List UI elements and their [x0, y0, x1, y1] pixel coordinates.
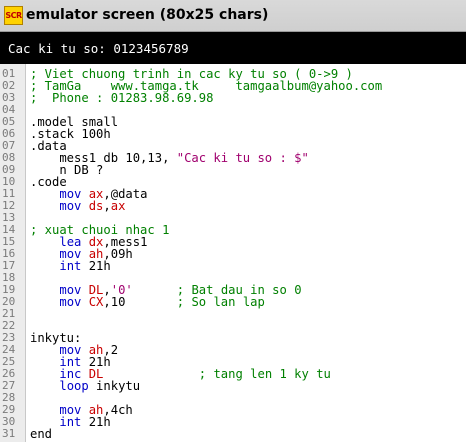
code-line[interactable]: 30 int 21h [0, 415, 466, 429]
emulator-app-icon: SCR [4, 6, 23, 25]
keyword-token: int [59, 259, 82, 273]
code-line[interactable]: 31 end [0, 427, 466, 441]
code-token: end [30, 427, 53, 441]
code-line[interactable]: 09 n DB ? [0, 164, 466, 177]
code-line[interactable]: 12 mov ds,ax [0, 200, 466, 213]
register-token: ds [88, 199, 104, 213]
title-bar[interactable]: SCR emulator screen (80x25 chars) [0, 0, 466, 32]
string-token: "Cac ki tu so : $" [176, 151, 309, 165]
code-line[interactable]: 03; Phone : 01283.98.69.98 [0, 92, 466, 105]
code-token: 21h [81, 259, 111, 273]
code-text: mov ds,ax [30, 200, 125, 212]
code-line[interactable]: 17 int 21h [0, 259, 466, 273]
emulator-console[interactable]: Cac ki tu so: 0123456789 [0, 32, 466, 64]
code-text: mov CX,10 ; So lan lap [30, 295, 265, 309]
code-token: ,10 [103, 295, 177, 309]
keyword-token: mov [59, 199, 82, 213]
code-token: inkytu [88, 379, 141, 393]
line-number: 31 [2, 427, 16, 440]
keyword-token: int [59, 415, 82, 429]
console-output-line: Cac ki tu so: 0123456789 [8, 41, 189, 56]
code-text: ; Phone : 01283.98.69.98 [30, 92, 213, 104]
comment-token: ; Phone : 01283.98.69.98 [30, 91, 214, 105]
comment-token: ; So lan lap [176, 295, 265, 309]
comment-token: ; tang len 1 ky tu [198, 367, 331, 381]
code-line[interactable]: 21 [0, 308, 466, 320]
register-token: ax [110, 199, 126, 213]
code-line[interactable]: 20 mov CX,10 ; So lan lap [0, 295, 466, 309]
register-token: CX [88, 295, 104, 309]
code-editor[interactable]: 01; Viet chuong trinh in cac ky tu so ( … [0, 64, 466, 442]
code-text: loop inkytu [30, 380, 140, 392]
code-line[interactable]: 06 .stack 100h [0, 128, 466, 141]
keyword-token: loop [59, 379, 89, 393]
code-line[interactable]: 27 loop inkytu [0, 380, 466, 393]
window-title: emulator screen (80x25 chars) [26, 7, 269, 23]
keyword-token: mov [59, 295, 82, 309]
code-text: int 21h [30, 259, 111, 273]
code-token: , [103, 199, 111, 213]
code-token: 21h [81, 415, 111, 429]
code-text: end [30, 428, 52, 440]
